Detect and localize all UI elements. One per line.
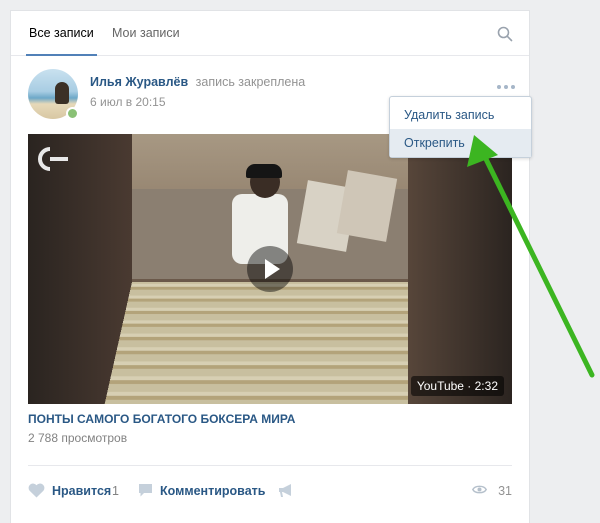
tab-all-posts[interactable]: Все записи xyxy=(26,11,97,56)
video-views: 2 788 просмотров xyxy=(28,431,128,445)
video-thumbnail[interactable]: YouTube · 2:32 xyxy=(28,134,512,404)
search-icon[interactable] xyxy=(497,26,513,42)
delete-post-menu-item[interactable]: Удалить запись xyxy=(390,101,531,129)
post-author-line: Илья Журавлёв запись закреплена xyxy=(90,75,305,89)
views-count: 31 xyxy=(498,484,512,498)
eye-icon xyxy=(472,485,487,494)
online-indicator xyxy=(66,107,79,120)
like-count: 1 xyxy=(112,484,119,498)
play-button[interactable] xyxy=(247,246,293,292)
post-date[interactable]: 6 июл в 20:15 xyxy=(90,95,166,109)
green-arrow-annotation xyxy=(467,135,595,378)
like-button[interactable]: Нравится 1 xyxy=(28,482,128,500)
post-views: 31 xyxy=(472,482,512,500)
post-actions: Нравится 1 Комментировать 31 xyxy=(28,465,512,516)
tab-my-posts[interactable]: Мои записи xyxy=(112,11,180,55)
megaphone-icon xyxy=(279,484,291,497)
comment-icon xyxy=(139,484,152,497)
comment-label: Комментировать xyxy=(160,484,266,498)
wall-panel: Все записи Мои записи Илья Журавлёв запи… xyxy=(10,10,530,523)
wall-tabs: Все записи Мои записи xyxy=(11,11,529,56)
comment-button[interactable]: Комментировать xyxy=(138,482,268,500)
heart-icon xyxy=(28,483,45,498)
pinned-note: запись закреплена xyxy=(195,75,306,89)
more-icon[interactable] xyxy=(497,83,517,91)
post-author[interactable]: Илья Журавлёв xyxy=(90,75,188,89)
like-label: Нравится xyxy=(52,484,112,498)
video-title-link[interactable]: ПОНТЫ САМОГО БОГАТОГО БОКСЕРА МИРА xyxy=(28,412,295,426)
channel-logo-icon xyxy=(38,147,68,171)
share-button[interactable] xyxy=(278,482,298,500)
